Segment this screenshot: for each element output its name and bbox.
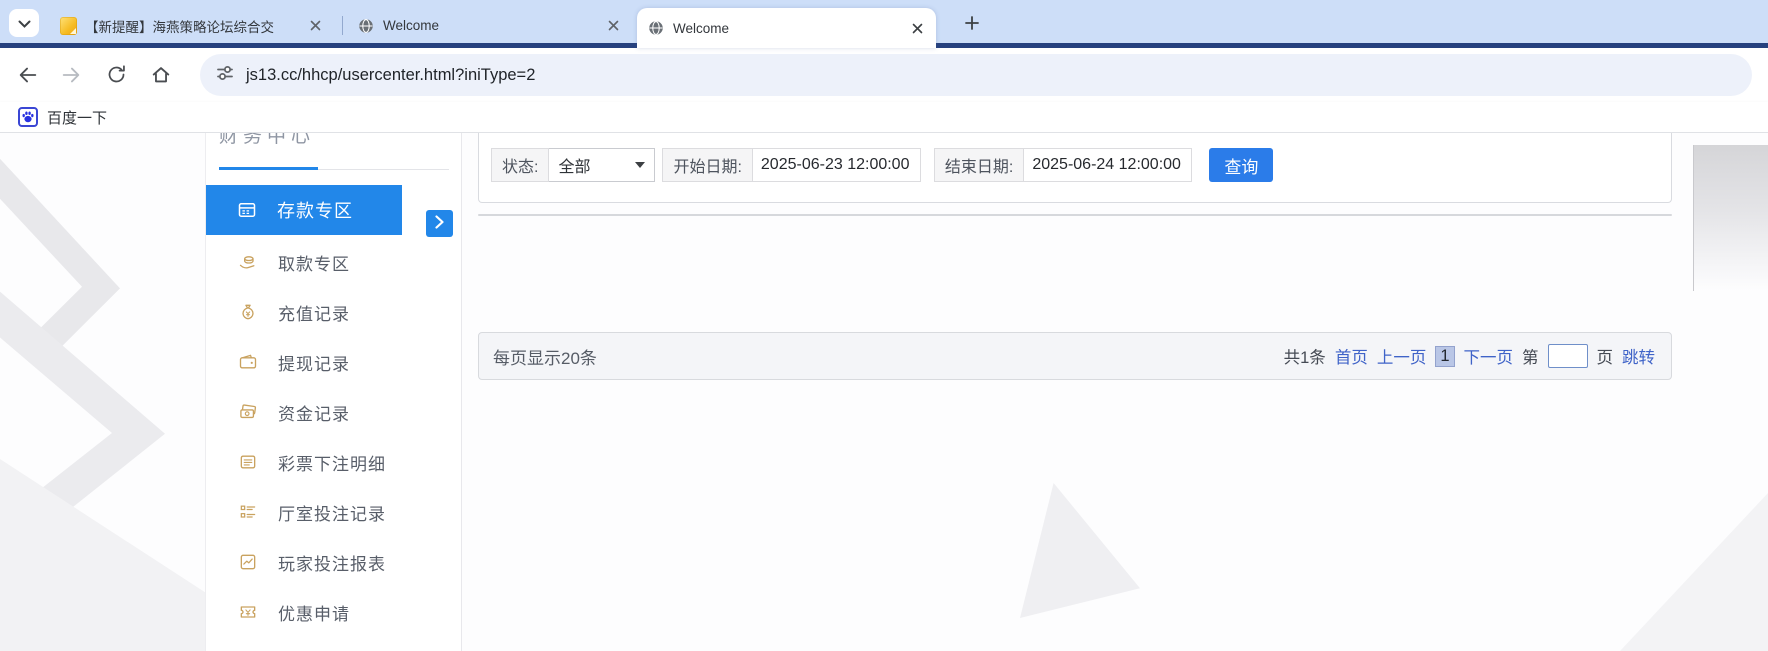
sidebar-item-label: 充值记录: [278, 304, 350, 324]
goto-prefix-label: 第: [1522, 349, 1539, 367]
filter-panel: 状态: 全部 开始日期: 结束日期: 查询: [478, 133, 1672, 203]
sidebar-item-withdraw-zone[interactable]: 取款专区: [206, 249, 463, 275]
start-date-input[interactable]: [752, 148, 921, 182]
sidebar: 财务中心 存款专区 取款专区 充值记录 提现记录 资金记录 彩票下注明细 厅室投…: [205, 133, 462, 651]
sidebar-item-label: 彩票下注明细: [278, 454, 386, 474]
chevron-down-icon: [18, 16, 31, 31]
bookmark-baidu[interactable]: 百度一下: [12, 104, 113, 130]
home-icon: [150, 64, 172, 89]
coupon-icon: [238, 602, 258, 622]
end-date-input[interactable]: [1024, 148, 1193, 182]
bookmark-label: 百度一下: [47, 109, 108, 127]
sidebar-item-lottery-bet-details[interactable]: 彩票下注明细: [206, 449, 463, 475]
tab-close-icon[interactable]: [908, 19, 926, 37]
tab-title: Welcome: [383, 18, 440, 33]
globe-icon: [647, 19, 665, 37]
sidebar-item-player-bet-report[interactable]: 玩家投注报表: [206, 549, 463, 575]
reload-button[interactable]: [102, 62, 130, 90]
wallet-icon: [238, 352, 258, 372]
goto-button[interactable]: 跳转: [1622, 344, 1655, 368]
chart-report-icon: [238, 552, 258, 572]
sidebar-item-fund-records[interactable]: 资金记录: [206, 399, 463, 425]
deposit-card-icon: [237, 200, 257, 220]
goto-page-input[interactable]: [1547, 344, 1588, 368]
money-bag-icon: [238, 302, 258, 322]
filter-row: 状态: 全部 开始日期: 结束日期: 查询: [491, 148, 1274, 182]
baidu-paw-icon: [18, 107, 38, 127]
tab-close-icon[interactable]: [604, 17, 622, 35]
new-tab-button[interactable]: [958, 10, 986, 38]
end-date-label: 结束日期:: [933, 148, 1025, 182]
tab-close-icon[interactable]: [306, 17, 324, 35]
status-select[interactable]: 全部: [549, 148, 656, 182]
records-table-wrapper: 订单号 支付方式 USDT金额 汇 率 充值金额 充值状态 提交时间 备 注 1: [478, 214, 1672, 216]
page-size-text: 每页显示20条: [493, 348, 597, 368]
decor-triangle: [1020, 483, 1140, 618]
pagination-controls: 共1条 首页 上一页 1 下一页 第 页 跳转: [1284, 344, 1655, 368]
sidebar-item-label: 存款专区: [277, 201, 353, 221]
sidebar-heading: 财务中心: [219, 133, 316, 147]
total-count-text: 共1条: [1283, 349, 1326, 367]
pagination-bar: 每页显示20条 共1条 首页 上一页 1 下一页 第 页 跳转: [478, 332, 1672, 380]
tab-divider: [342, 16, 343, 35]
forward-arrow-icon: [60, 64, 82, 89]
tab-title: 【新提醒】海燕策略论坛综合交: [85, 19, 274, 35]
goto-suffix-label: 页: [1596, 349, 1614, 367]
next-page-link[interactable]: 下一页: [1464, 344, 1514, 368]
reload-icon: [106, 64, 127, 88]
tab-title: Welcome: [673, 20, 730, 36]
sidebar-item-label: 厅室投注记录: [278, 504, 386, 524]
checklist-icon: [238, 502, 258, 522]
tab-forum[interactable]: 【新提醒】海燕策略论坛综合交: [50, 8, 334, 43]
sidebar-item-label: 玩家投注报表: [278, 554, 386, 574]
sidebar-underline-active: [219, 167, 318, 170]
sidebar-item-label: 优惠申请: [278, 604, 350, 624]
select-caret-icon: [635, 162, 646, 168]
sidebar-item-promo-application[interactable]: 优惠申请: [206, 599, 463, 625]
back-button[interactable]: [14, 62, 42, 90]
current-page-badge: 1: [1435, 345, 1455, 367]
globe-icon: [357, 17, 375, 35]
page-content: 财务中心 存款专区 取款专区 充值记录 提现记录 资金记录 彩票下注明细 厅室投…: [0, 133, 1768, 651]
sidebar-collapse-button[interactable]: [426, 210, 453, 237]
sidebar-item-label: 提现记录: [278, 354, 350, 374]
document-list-icon: [238, 452, 258, 472]
address-bar[interactable]: js13.cc/hhcp/usercenter.html?iniType=2: [200, 54, 1752, 96]
chevron-right-icon: [435, 215, 444, 232]
plus-icon: [965, 15, 979, 33]
sidebar-item-withdraw-records[interactable]: 提现记录: [206, 349, 463, 375]
status-label: 状态:: [491, 148, 550, 182]
status-selected-value: 全部: [558, 159, 591, 176]
prev-page-link[interactable]: 上一页: [1377, 344, 1427, 368]
browser-window: 【新提醒】海燕策略论坛综合交 Welcome Welcome js13.cc/h…: [0, 0, 1768, 651]
home-button[interactable]: [147, 62, 175, 90]
tab-welcome-1[interactable]: Welcome: [347, 8, 632, 43]
query-button[interactable]: 查询: [1209, 148, 1274, 182]
tab-strip: 【新提醒】海燕策略论坛综合交 Welcome Welcome: [0, 0, 1768, 48]
decor-gray-block: [1693, 145, 1768, 291]
tab-search-button[interactable]: [9, 9, 39, 37]
hand-coins-icon: [238, 252, 258, 272]
url-text[interactable]: js13.cc/hhcp/usercenter.html?iniType=2: [246, 66, 535, 85]
sidebar-item-recharge-records[interactable]: 充值记录: [206, 299, 463, 325]
bookmarks-bar: 百度一下: [0, 102, 1768, 133]
sidebar-item-label: 资金记录: [278, 404, 350, 424]
browser-toolbar: js13.cc/hhcp/usercenter.html?iniType=2: [0, 48, 1768, 102]
site-settings-icon[interactable]: [216, 64, 234, 87]
sidebar-item-deposit-zone[interactable]: 存款专区: [206, 185, 402, 235]
sidebar-item-label: 取款专区: [278, 254, 350, 274]
back-arrow-icon: [17, 64, 39, 89]
forum-favicon-icon: [60, 16, 77, 35]
decor-triangle: [1620, 493, 1768, 651]
banknotes-icon: [238, 402, 258, 422]
tab-welcome-2-active[interactable]: Welcome: [637, 8, 936, 48]
sidebar-item-room-bet-records[interactable]: 厅室投注记录: [206, 499, 463, 525]
forward-button[interactable]: [57, 62, 85, 90]
start-date-label: 开始日期:: [662, 148, 753, 182]
first-page-link[interactable]: 首页: [1335, 344, 1368, 368]
